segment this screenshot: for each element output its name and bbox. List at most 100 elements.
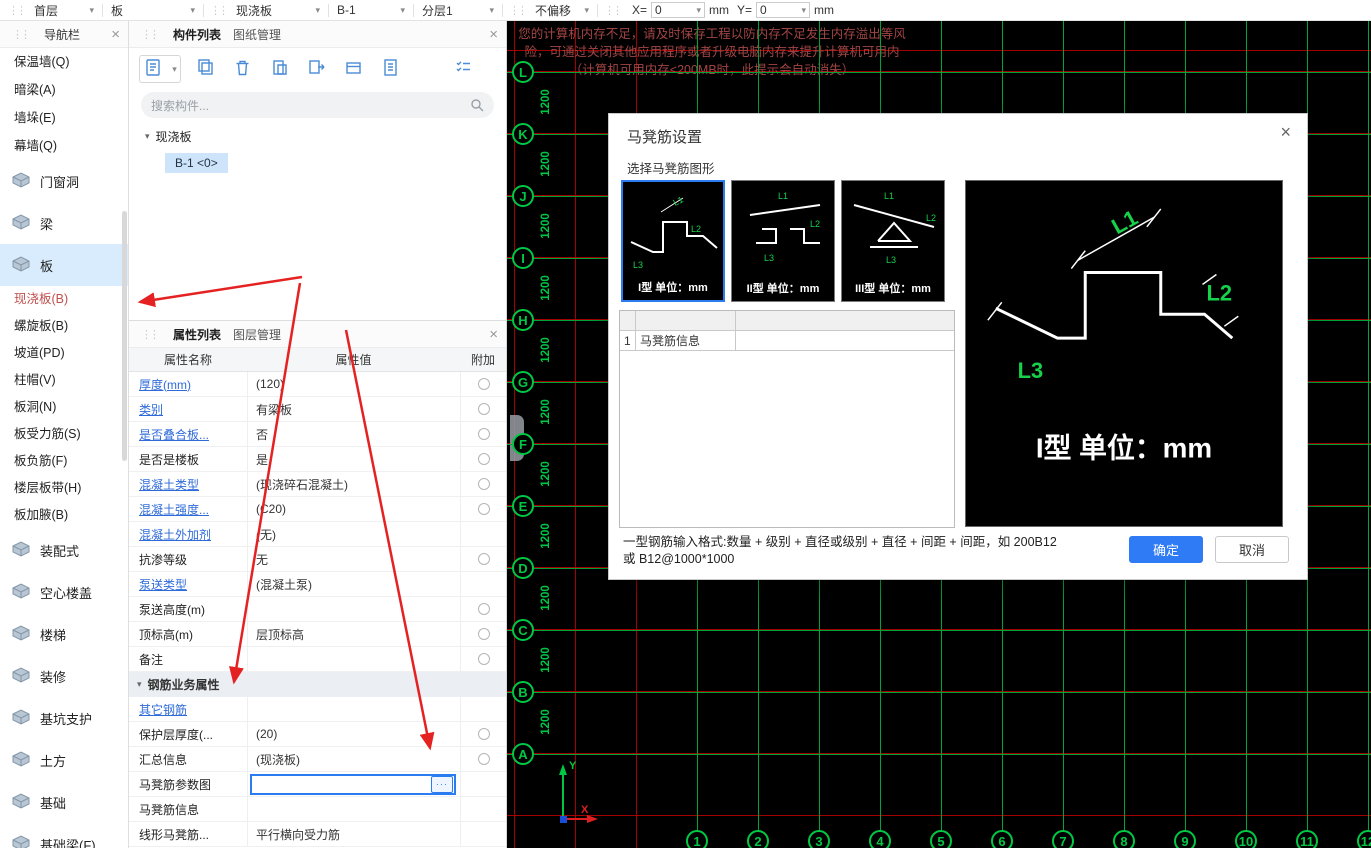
property-value[interactable]: 无 [247,547,460,571]
attach-radio[interactable] [477,378,490,390]
property-value[interactable]: (120) [247,372,460,396]
tab-layer-manage[interactable]: 图层管理 [233,326,281,343]
scrollbar[interactable] [122,211,127,461]
attach-radio[interactable] [477,428,490,440]
layer-selector[interactable]: 分层1 ▾ [416,0,500,20]
sidebar-item-decoration[interactable]: 装修 [0,655,128,697]
rebar-type-option-3[interactable]: L1 L2 L3 III型 单位：mm [841,180,945,302]
tab-component-list[interactable]: 构件列表 [173,26,221,43]
sidebar-item-column-cap[interactable]: 柱帽(V) [0,367,128,394]
property-value[interactable]: (现浇板) [247,747,460,771]
move-copy-button[interactable] [303,56,329,82]
cancel-button[interactable]: 取消 [1215,536,1289,563]
property-value[interactable]: (C20) [247,497,460,521]
ok-button[interactable]: 确定 [1129,536,1203,563]
property-value[interactable]: (20) [247,722,460,746]
rebar-param-input[interactable]: ··· [250,773,456,795]
attach-radio[interactable] [477,653,490,665]
sidebar-item-insulation-wall[interactable]: 保温墙(Q) [0,48,128,76]
tab-property-list[interactable]: 属性列表 [173,326,221,343]
tree-item-b1[interactable]: B-1 <0> [165,153,228,173]
attach-radio[interactable] [477,628,490,640]
type-selector[interactable]: 现浇板 ▾ [230,0,326,20]
property-name[interactable]: 是否叠合板... [129,426,247,443]
sidebar-item-slab-negative-rebar[interactable]: 板负筋(F) [0,448,128,475]
attach-radio[interactable] [477,503,490,515]
sidebar-item-door-window[interactable]: 门窗洞 [0,160,128,202]
close-icon[interactable]: × [1280,122,1291,143]
close-icon[interactable]: × [489,27,498,42]
archive-button[interactable] [340,56,366,82]
property-value[interactable]: 是 [247,447,460,471]
property-value[interactable]: 否 [247,422,460,446]
detail-button[interactable] [377,56,403,82]
property-name[interactable]: 混凝土外加剂 [129,526,247,543]
property-value[interactable]: ··· [247,772,460,796]
property-name[interactable]: 泵送类型 [129,576,247,593]
tab-drawing-manage[interactable]: 图纸管理 [233,26,281,43]
close-icon[interactable]: × [489,327,498,342]
sidebar-item-slab[interactable]: 板 [0,244,128,286]
y-coordinate-input[interactable]: 0 ▾ [756,2,811,18]
sidebar-item-curtain-wall[interactable]: 幕墙(Q) [0,132,128,160]
attach-radio[interactable] [477,728,490,740]
sidebar-item-foundation[interactable]: 基础 [0,781,128,823]
sidebar-item-stairs[interactable]: 楼梯 [0,613,128,655]
property-value[interactable] [247,597,460,621]
copy-to-floor-button[interactable] [266,56,292,82]
section-rebar-business-props[interactable]: ▾ 钢筋业务属性 [129,672,506,697]
ellipsis-button[interactable]: ··· [431,775,453,793]
sidebar-item-beam[interactable]: 梁 [0,202,128,244]
sidebar-item-slab-rebar[interactable]: 板受力筋(S) [0,421,128,448]
tree-group-slab[interactable]: ▾ 现浇板 [145,128,506,145]
property-name[interactable]: 混凝土类型 [129,476,247,493]
sidebar-item-wall-pier[interactable]: 墙垛(E) [0,104,128,132]
delete-button[interactable] [229,56,255,82]
new-button[interactable]: ▾ [139,55,181,83]
sidebar-item-cast-in-place-slab[interactable]: 现浇板(B) [0,286,128,313]
x-coordinate-input[interactable]: 0 ▾ [651,2,706,18]
sidebar-item-hidden-beam[interactable]: 暗梁(A) [0,76,128,104]
floor-selector[interactable]: 首层 ▾ [28,0,100,20]
property-value[interactable]: (无) [247,522,460,546]
property-value[interactable]: 有梁板 [247,397,460,421]
property-value[interactable]: (现浇碎石混凝土) [247,472,460,496]
search-input[interactable]: 搜索构件... [141,92,494,118]
property-value[interactable] [247,797,460,821]
attach-radio[interactable] [477,553,490,565]
property-name[interactable]: 类别 [129,401,247,418]
sidebar-item-ramp[interactable]: 坡道(PD) [0,340,128,367]
sidebar-item-foundation-beam[interactable]: 基础梁(F) [0,823,128,848]
component-selector[interactable]: B-1 ▾ [331,0,411,20]
property-name[interactable]: 混凝土强度... [129,501,247,518]
copy-button[interactable] [192,56,218,82]
sidebar-item-prefab[interactable]: 装配式 [0,529,128,571]
sidebar-item-hollow-floor[interactable]: 空心楼盖 [0,571,128,613]
sidebar-item-pit-support[interactable]: 基坑支护 [0,697,128,739]
category-selector[interactable]: 板 ▾ [105,0,201,20]
property-value[interactable]: 层顶标高 [247,622,460,646]
sidebar-item-floor-slab-strip[interactable]: 楼层板带(H) [0,475,128,502]
sidebar-item-spiral-slab[interactable]: 螺旋板(B) [0,313,128,340]
attach-radio[interactable] [477,478,490,490]
rebar-type-option-1[interactable]: L1 L2 L3 I型 单位：mm [621,180,725,302]
attach-radio[interactable] [477,753,490,765]
table-row[interactable]: 1 马凳筋信息 [620,331,954,351]
checklist-button[interactable] [450,56,476,82]
attach-radio[interactable] [477,403,490,415]
property-value[interactable] [247,697,460,721]
property-name[interactable]: 厚度(mm) [129,376,247,393]
close-icon[interactable]: × [111,27,120,42]
property-value[interactable]: (混凝土泵) [247,572,460,596]
rebar-type-option-2[interactable]: L1 L2 L3 II型 单位：mm [731,180,835,302]
sidebar-item-earthwork[interactable]: 土方 [0,739,128,781]
attach-radio[interactable] [477,603,490,615]
property-value[interactable] [247,647,460,671]
property-value[interactable]: 平行横向受力筋 [247,822,460,846]
property-name[interactable]: 其它钢筋 [129,701,247,718]
sidebar-item-slab-hole[interactable]: 板洞(N) [0,394,128,421]
offset-selector[interactable]: 不偏移 ▾ [529,0,595,20]
sidebar-item-slab-haunch[interactable]: 板加腋(B) [0,502,128,529]
row-value[interactable] [736,331,954,351]
attach-radio[interactable] [477,453,490,465]
